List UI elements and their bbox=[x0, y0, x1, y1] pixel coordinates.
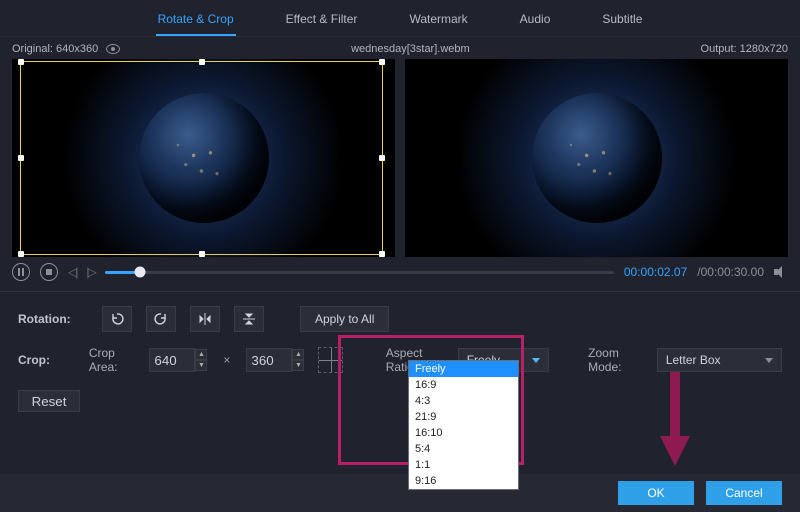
crop-width-stepper[interactable]: ▲▼ bbox=[195, 349, 207, 371]
times-icon: × bbox=[223, 353, 230, 367]
crop-height-input[interactable] bbox=[246, 348, 292, 372]
footer: OK Cancel bbox=[0, 474, 800, 512]
cancel-button[interactable]: Cancel bbox=[706, 481, 782, 505]
filename: wednesday[3star].webm bbox=[351, 43, 470, 55]
output-dimensions: Output: 1280x720 bbox=[701, 43, 788, 55]
next-frame-button[interactable]: |▷ bbox=[86, 265, 94, 279]
tab-subtitle[interactable]: Subtitle bbox=[600, 8, 644, 36]
preview-row bbox=[0, 59, 800, 257]
tab-audio[interactable]: Audio bbox=[518, 8, 553, 36]
crop-handle-tr[interactable] bbox=[379, 59, 385, 65]
ok-button[interactable]: OK bbox=[618, 481, 694, 505]
crop-handle-t[interactable] bbox=[199, 59, 205, 65]
visibility-icon[interactable] bbox=[106, 44, 120, 54]
reset-button[interactable]: Reset bbox=[18, 390, 80, 412]
volume-icon[interactable] bbox=[774, 266, 788, 278]
tab-watermark[interactable]: Watermark bbox=[407, 8, 469, 36]
crop-handle-bl[interactable] bbox=[18, 251, 24, 257]
crop-handle-b[interactable] bbox=[199, 251, 205, 257]
crop-label: Crop: bbox=[18, 353, 75, 367]
crop-handle-r[interactable] bbox=[379, 155, 385, 161]
aspect-ratio-options-list: Freely 16:9 4:3 21:9 16:10 5:4 1:1 9:16 bbox=[408, 360, 519, 490]
stop-button[interactable] bbox=[40, 263, 58, 281]
crop-handle-br[interactable] bbox=[379, 251, 385, 257]
pause-button[interactable] bbox=[12, 263, 30, 281]
tab-bar: Rotate & Crop Effect & Filter Watermark … bbox=[0, 0, 800, 37]
crop-handle-l[interactable] bbox=[18, 155, 24, 161]
meta-row: Original: 640x360 wednesday[3star].webm … bbox=[0, 37, 800, 59]
rotation-label: Rotation: bbox=[18, 312, 88, 326]
crop-handle-tl[interactable] bbox=[18, 59, 24, 65]
aspect-option-16-10[interactable]: 16:10 bbox=[409, 425, 518, 441]
preview-original[interactable] bbox=[12, 59, 395, 257]
time-total: /00:00:30.00 bbox=[697, 265, 764, 279]
prev-frame-button[interactable]: ◁| bbox=[68, 265, 76, 279]
zoom-mode-label: Zoom Mode: bbox=[588, 346, 643, 374]
controls-panel: Rotation: Apply to All Crop: Crop Area: … bbox=[0, 292, 800, 412]
aspect-option-freely[interactable]: Freely bbox=[409, 361, 518, 377]
crop-height-stepper[interactable]: ▲▼ bbox=[292, 349, 304, 371]
original-dimensions: Original: 640x360 bbox=[12, 43, 98, 55]
crop-rectangle[interactable] bbox=[20, 61, 383, 255]
crop-width-input[interactable] bbox=[149, 348, 195, 372]
zoom-mode-value: Letter Box bbox=[666, 353, 721, 367]
player-controls: ◁| |▷ 00:00:02.07/00:00:30.00 bbox=[0, 257, 800, 292]
timeline-thumb[interactable] bbox=[135, 267, 146, 278]
aspect-option-1-1[interactable]: 1:1 bbox=[409, 457, 518, 473]
flip-horizontal-button[interactable] bbox=[190, 306, 220, 332]
flip-vertical-button[interactable] bbox=[234, 306, 264, 332]
timeline[interactable] bbox=[105, 265, 614, 279]
aspect-option-9-16[interactable]: 9:16 bbox=[409, 473, 518, 489]
chevron-down-icon bbox=[765, 358, 773, 363]
tab-rotate-crop[interactable]: Rotate & Crop bbox=[156, 8, 236, 36]
time-current: 00:00:02.07 bbox=[624, 265, 687, 279]
center-crop-button[interactable] bbox=[318, 347, 343, 373]
aspect-option-16-9[interactable]: 16:9 bbox=[409, 377, 518, 393]
rotate-left-button[interactable] bbox=[102, 306, 132, 332]
aspect-option-21-9[interactable]: 21:9 bbox=[409, 409, 518, 425]
earth-image-output bbox=[532, 93, 662, 223]
zoom-mode-dropdown[interactable]: Letter Box bbox=[657, 348, 782, 372]
aspect-option-4-3[interactable]: 4:3 bbox=[409, 393, 518, 409]
aspect-option-5-4[interactable]: 5:4 bbox=[409, 441, 518, 457]
rotate-right-button[interactable] bbox=[146, 306, 176, 332]
crop-area-label: Crop Area: bbox=[89, 346, 136, 374]
preview-output bbox=[405, 59, 788, 257]
apply-to-all-button[interactable]: Apply to All bbox=[300, 306, 389, 332]
tab-effect-filter[interactable]: Effect & Filter bbox=[284, 8, 360, 36]
chevron-down-icon bbox=[532, 358, 540, 363]
